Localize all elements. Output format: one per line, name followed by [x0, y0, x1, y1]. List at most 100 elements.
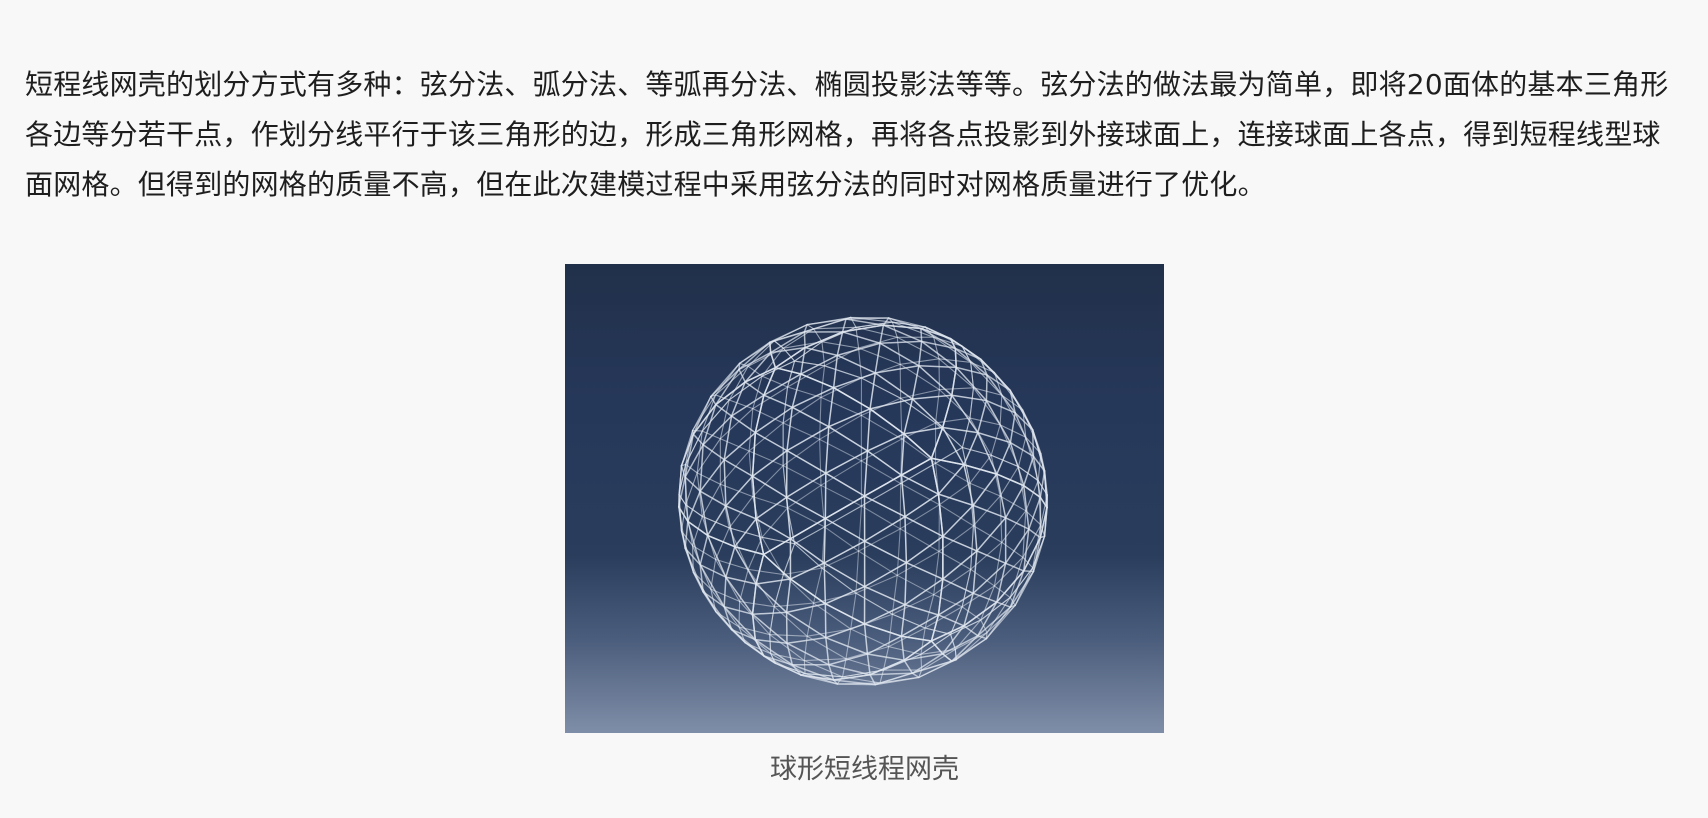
mesh-edge	[728, 375, 763, 401]
mesh-edge	[702, 443, 725, 461]
mesh-edge	[845, 658, 884, 671]
mesh-edge	[863, 495, 906, 518]
mesh-edge	[828, 408, 871, 428]
mesh-edge	[761, 375, 789, 388]
mesh-edge	[882, 653, 922, 671]
mesh-edge	[825, 472, 866, 497]
mesh-edge	[836, 354, 877, 374]
mesh-edge	[747, 568, 784, 576]
mesh-edge	[825, 425, 830, 474]
mesh-edge	[1004, 484, 1025, 519]
mesh-edge	[728, 527, 763, 538]
mesh-edge	[860, 377, 902, 399]
mesh-edge	[879, 340, 923, 344]
mesh-edge	[869, 372, 877, 410]
mesh-edge	[904, 561, 908, 606]
mesh-edge	[900, 474, 940, 495]
mesh-edge	[819, 396, 822, 440]
mesh-edge	[761, 360, 796, 377]
mesh-edge	[841, 318, 847, 333]
mesh-edge	[896, 528, 901, 576]
mesh-edge	[900, 635, 933, 642]
mesh-edge	[937, 493, 974, 507]
mesh-edge	[787, 386, 822, 398]
mesh-edge	[970, 525, 975, 570]
mesh-edge	[782, 543, 796, 576]
mesh-edge	[874, 342, 881, 374]
mesh-edge	[999, 495, 1003, 543]
mesh-edge	[755, 578, 792, 585]
mesh-edge	[820, 377, 863, 398]
mesh-edge	[804, 346, 839, 357]
mesh-edge	[785, 611, 827, 639]
mesh-edge	[841, 331, 881, 344]
mesh-edge	[896, 574, 935, 596]
mesh-edge	[977, 399, 988, 434]
mesh-edge	[723, 576, 727, 608]
mesh-edge	[969, 387, 975, 419]
mesh-edge	[850, 628, 890, 648]
mesh-edge	[751, 431, 757, 477]
mesh-edge	[706, 505, 727, 537]
mesh-edge	[954, 347, 957, 369]
mesh-edge	[938, 482, 971, 506]
mesh-edge	[787, 507, 826, 528]
mesh-edge	[755, 553, 765, 585]
mesh-edge	[863, 474, 903, 497]
geodesic-sphere-figure	[565, 264, 1164, 733]
mesh-edge	[1028, 496, 1042, 530]
mesh-edge	[785, 578, 792, 614]
mesh-edge	[701, 483, 721, 517]
mesh-edge	[942, 578, 974, 595]
mesh-edge	[763, 394, 794, 409]
mesh-edge	[773, 573, 784, 608]
mesh-edge	[789, 538, 825, 564]
mesh-edge	[728, 527, 749, 570]
mesh-edge	[961, 606, 982, 621]
mesh-edge	[715, 362, 741, 396]
mesh-edge	[819, 414, 862, 440]
mesh-edge	[941, 426, 979, 434]
mesh-edge	[891, 613, 926, 629]
mesh-edge	[901, 422, 937, 440]
mesh-edge	[769, 634, 808, 637]
mesh-edge	[920, 627, 926, 655]
mesh-edge	[888, 646, 922, 655]
mesh-edge	[990, 424, 1001, 456]
mesh-edge	[935, 417, 971, 424]
mesh-edge	[904, 515, 908, 564]
mesh-edge	[823, 526, 860, 552]
mesh-edge	[787, 365, 826, 388]
mesh-edge	[755, 583, 788, 614]
mesh-edge	[850, 592, 857, 630]
mesh-edge	[699, 534, 709, 566]
sphere-mesh-lines	[678, 316, 1048, 686]
mesh-edge	[935, 389, 940, 424]
mesh-edge	[845, 628, 852, 660]
mesh-edge	[858, 347, 863, 379]
mesh-edge	[900, 457, 933, 476]
mesh-edge	[782, 465, 822, 486]
mesh-edge	[803, 658, 847, 662]
mesh-edge	[710, 558, 717, 590]
mesh-edge	[752, 496, 789, 509]
mesh-edge	[999, 466, 1020, 497]
mesh-edge	[728, 496, 754, 529]
mesh-edge	[866, 408, 871, 452]
mesh-edge	[824, 517, 866, 542]
mesh-edge	[860, 460, 902, 485]
mesh-edge	[739, 568, 749, 602]
mesh-edge	[985, 606, 1012, 640]
mesh-edge	[920, 327, 923, 343]
mesh-edge	[806, 324, 815, 330]
mesh-edge	[791, 406, 830, 428]
mesh-edge	[752, 496, 763, 538]
mesh-edge	[747, 568, 775, 608]
mesh-edge	[899, 363, 940, 391]
mesh-edge	[972, 473, 998, 507]
mesh-edge	[824, 603, 866, 625]
mesh-edge	[786, 425, 830, 452]
mesh-edge	[904, 515, 944, 538]
mesh-edge	[879, 669, 884, 684]
mesh-edge	[789, 578, 827, 605]
